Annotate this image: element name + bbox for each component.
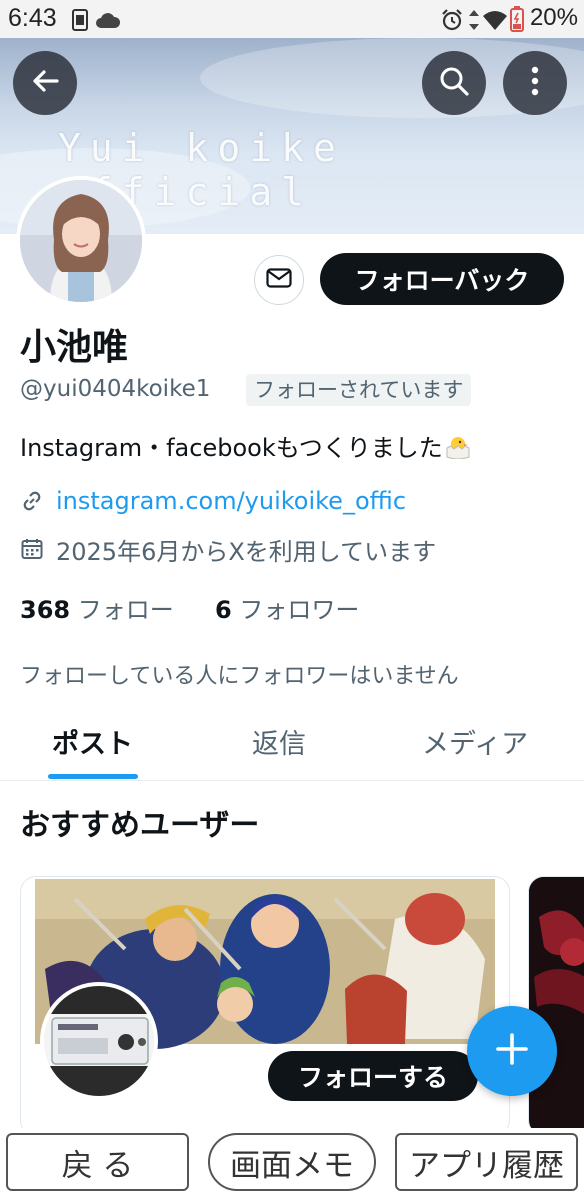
- recommended-users-title: おすすめユーザー: [20, 808, 260, 843]
- followers-label: フォロワー: [239, 596, 360, 624]
- system-nav-bar: 戻 る 画面メモ アプリ履歴: [0, 1128, 584, 1200]
- active-tab-indicator: [48, 774, 138, 779]
- tab-media[interactable]: メディア: [422, 722, 528, 761]
- profile-link[interactable]: instagram.com/yuikoike_offic: [56, 487, 406, 515]
- mail-icon: [266, 268, 292, 292]
- following-link[interactable]: 368 フォロー: [20, 596, 174, 624]
- calendar-icon: [20, 537, 44, 561]
- tab-replies[interactable]: 返信: [252, 722, 306, 761]
- followers-you-know-note: フォローしている人にフォロワーはいません: [20, 664, 459, 689]
- follow-recommended-button[interactable]: フォローする: [268, 1051, 478, 1101]
- nav-app-history-button[interactable]: アプリ履歴: [395, 1133, 578, 1191]
- followers-link[interactable]: 6 フォロワー: [215, 596, 359, 624]
- status-time: 6:43: [8, 4, 57, 32]
- plus-icon: [494, 1031, 530, 1071]
- search-button[interactable]: [422, 51, 486, 115]
- nav-back-button[interactable]: 戻 る: [6, 1133, 189, 1191]
- banner-title: Yui koike official: [58, 126, 345, 214]
- link-icon: [20, 489, 44, 513]
- sim-icon: [72, 9, 88, 35]
- more-button[interactable]: [503, 51, 567, 115]
- tab-posts[interactable]: ポスト: [52, 722, 133, 761]
- profile-handle: @yui0404koike1: [20, 376, 211, 402]
- search-icon: [438, 65, 470, 101]
- back-button[interactable]: [13, 51, 77, 115]
- wifi-icon: [482, 9, 508, 35]
- follow-counts: 368 フォロー 6 フォロワー: [20, 590, 359, 625]
- nav-screen-memo-button[interactable]: 画面メモ: [208, 1133, 376, 1191]
- profile-name: 小池唯: [20, 327, 129, 368]
- battery-percent: 20%: [529, 4, 578, 31]
- arrow-left-icon: [30, 66, 60, 100]
- join-date-row: 2025年6月からXを利用しています: [20, 532, 436, 566]
- profile-link-row[interactable]: instagram.com/yuikoike_offic: [20, 484, 406, 518]
- compose-post-button[interactable]: [467, 1006, 557, 1096]
- profile-tabs: ポスト 返信 メディア: [0, 712, 584, 781]
- message-button[interactable]: [254, 255, 304, 305]
- follows-you-badge: フォローされています: [246, 374, 472, 406]
- hatching-chick-emoji-icon: [445, 435, 471, 460]
- alarm-icon: [440, 8, 464, 36]
- more-vertical-icon: [530, 66, 540, 100]
- recommended-user-avatar[interactable]: [40, 982, 158, 1100]
- followers-count: 6: [215, 596, 232, 624]
- following-label: フォロー: [77, 596, 174, 624]
- avatar-photo: [20, 180, 142, 302]
- cloud-icon: [95, 11, 121, 33]
- follow-back-button[interactable]: フォローバック: [320, 253, 564, 305]
- status-bar: 6:43 20%: [0, 0, 584, 38]
- recommended-avatar-photo: [44, 986, 154, 1096]
- following-count: 368: [20, 596, 71, 624]
- profile-avatar[interactable]: [16, 176, 146, 306]
- recommended-user-card-2[interactable]: [528, 876, 584, 1136]
- bio-text: Instagram・facebookもつくりました: [20, 434, 443, 462]
- profile-bio: Instagram・facebookもつくりました: [20, 428, 471, 463]
- battery-icon: [510, 6, 524, 36]
- data-arrows-icon: [468, 9, 480, 35]
- join-date-text: 2025年6月からXを利用しています: [56, 537, 437, 566]
